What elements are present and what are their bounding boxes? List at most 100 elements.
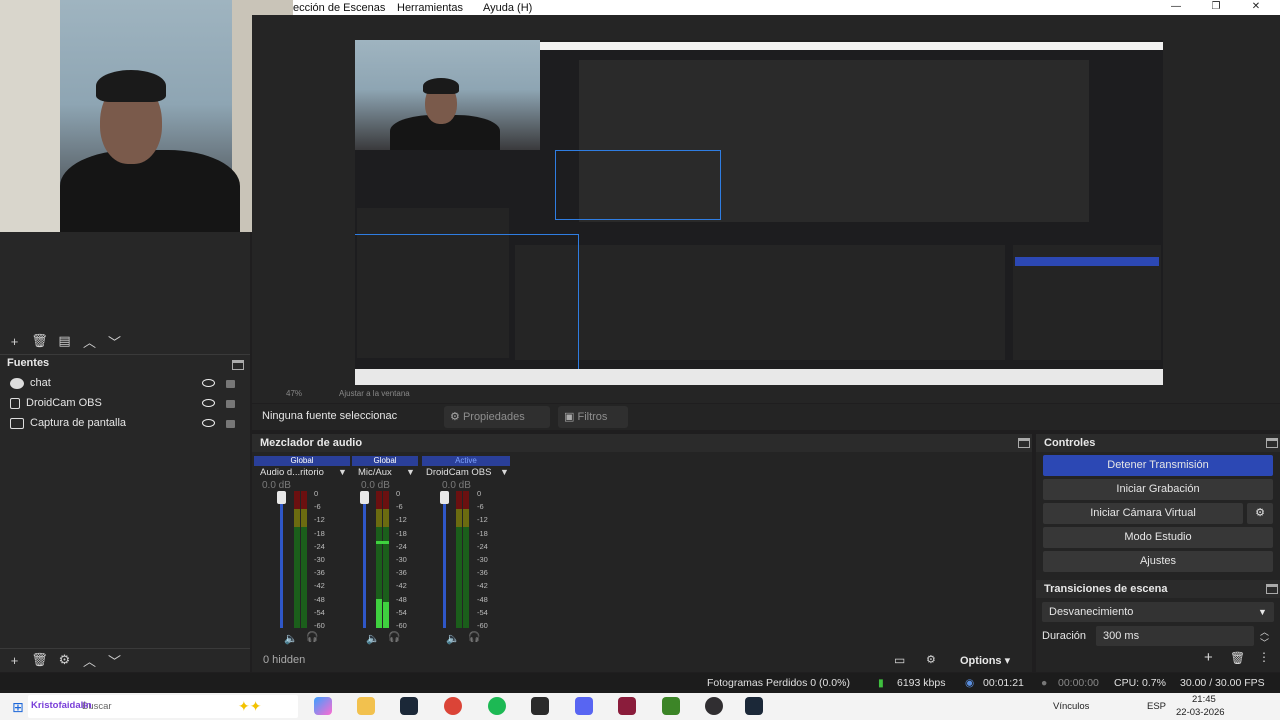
layout-icon[interactable]: ▭ xyxy=(894,653,905,667)
chevron-down-icon[interactable]: ▼ xyxy=(406,467,415,477)
lock-icon[interactable] xyxy=(226,420,235,428)
chevron-down-icon[interactable]: ▼ xyxy=(500,467,509,477)
menu-help[interactable]: Ayuda (H) xyxy=(483,2,532,14)
duration-input[interactable]: 300 ms xyxy=(1096,626,1254,646)
undock-icon[interactable] xyxy=(1266,584,1278,594)
transition-value: Desvanecimiento xyxy=(1049,606,1134,618)
lock-icon[interactable] xyxy=(226,400,235,408)
filters-button[interactable]: ▣ Filtros xyxy=(558,406,628,428)
language-indicator[interactable]: ESP xyxy=(1147,701,1166,712)
audio-meter xyxy=(294,527,300,628)
channel-tag: Global xyxy=(254,456,350,466)
visibility-icon[interactable] xyxy=(202,379,215,387)
speaker-icon[interactable]: 🔈 xyxy=(366,632,380,645)
app-icon[interactable] xyxy=(618,697,636,715)
windows-start-icon[interactable]: ⊞ xyxy=(12,699,24,716)
undock-icon[interactable] xyxy=(1018,438,1030,448)
gear-icon: ⚙ xyxy=(450,411,460,423)
settings-button[interactable]: Ajustes xyxy=(1043,551,1273,572)
discord-icon[interactable] xyxy=(575,697,593,715)
audio-meter xyxy=(456,527,462,628)
zoom-level[interactable]: 47% xyxy=(286,389,302,398)
volume-knob[interactable] xyxy=(440,491,449,504)
volume-knob[interactable] xyxy=(360,491,369,504)
add-transition-icon[interactable]: + xyxy=(1204,649,1213,666)
undock-icon[interactable] xyxy=(1266,438,1278,448)
headphones-icon[interactable]: 🎧 xyxy=(388,632,400,643)
remove-scene-icon[interactable]: 🗑 xyxy=(27,333,52,349)
hidden-count[interactable]: 0 hidden xyxy=(263,654,305,666)
remove-transition-icon[interactable]: 🗑 xyxy=(1230,651,1245,665)
cpu-usage: CPU: 0.7% xyxy=(1114,677,1166,689)
add-scene-icon[interactable]: + xyxy=(2,334,27,349)
move-up-icon[interactable]: ︿ xyxy=(77,332,102,351)
chrome-icon[interactable] xyxy=(444,697,462,715)
sources-title: Fuentes xyxy=(7,357,50,369)
headphones-icon[interactable]: 🎧 xyxy=(306,632,318,643)
chevron-down-icon[interactable]: ▼ xyxy=(338,467,347,477)
taskbar-search[interactable]: Buscar Kristofaidalin ✦✦ xyxy=(28,695,298,718)
speaker-icon[interactable]: 🔈 xyxy=(284,632,298,645)
visibility-icon[interactable] xyxy=(202,399,215,407)
volume-knob[interactable] xyxy=(277,491,286,504)
virtual-camera-settings[interactable]: ⚙ xyxy=(1247,503,1273,524)
advanced-audio-icon[interactable]: ⚙ xyxy=(926,653,936,666)
undock-icon[interactable] xyxy=(232,360,244,370)
headphones-icon[interactable]: 🎧 xyxy=(468,632,480,643)
clock-time[interactable]: 21:45 xyxy=(1192,694,1216,705)
visibility-icon[interactable] xyxy=(202,419,215,427)
add-source-icon[interactable]: + xyxy=(2,653,27,668)
studio-mode-button[interactable]: Modo Estudio xyxy=(1043,527,1273,548)
db-tick: -6 xyxy=(477,502,484,512)
menu-tools[interactable]: Herramientas xyxy=(397,2,463,14)
source-item-chat[interactable]: chat xyxy=(0,373,250,393)
close-button[interactable]: ✕ xyxy=(1236,0,1276,15)
steam-icon[interactable] xyxy=(400,697,418,715)
source-item-droidcam[interactable]: DroidCam OBS xyxy=(0,393,250,413)
source-up-icon[interactable]: ︿ xyxy=(77,651,102,670)
epic-games-icon[interactable] xyxy=(531,697,549,715)
db-tick: -30 xyxy=(477,555,488,564)
db-tick: -24 xyxy=(314,541,325,551)
source-settings-icon[interactable]: ⚙ xyxy=(52,652,77,668)
speaker-icon[interactable]: 🔈 xyxy=(446,632,460,645)
minimize-button[interactable]: — xyxy=(1156,0,1196,15)
clock-date[interactable]: 22-03-2026 xyxy=(1176,707,1225,718)
remove-source-icon[interactable]: 🗑 xyxy=(27,652,52,668)
minecraft-icon[interactable] xyxy=(662,697,680,715)
obs-icon[interactable] xyxy=(705,697,723,715)
volume-slider[interactable] xyxy=(443,498,446,628)
stop-streaming-button[interactable]: Detener Transmisión xyxy=(1043,455,1273,476)
nested-controls xyxy=(1013,245,1161,360)
volume-slider[interactable] xyxy=(280,498,283,628)
transition-select[interactable]: Desvanecimiento ▼ xyxy=(1042,602,1274,622)
spotify-icon[interactable] xyxy=(488,697,506,715)
preview-zoom-bar: 47% Ajustar a la ventana xyxy=(252,387,1280,401)
source-item-screen-capture[interactable]: Captura de pantalla xyxy=(0,413,250,433)
lock-icon[interactable] xyxy=(226,380,235,388)
db-tick: -24 xyxy=(396,541,407,551)
restore-button[interactable]: ❐ xyxy=(1196,0,1236,15)
channel-name[interactable]: Mic/Aux xyxy=(358,467,392,478)
start-virtual-camera-button[interactable]: Iniciar Cámara Virtual xyxy=(1043,503,1243,524)
move-down-icon[interactable]: ﹀ xyxy=(102,332,127,351)
start-recording-button[interactable]: Iniciar Grabación xyxy=(1043,479,1273,500)
menu-scene-collection[interactable]: ección de Escenas xyxy=(293,2,385,14)
properties-button[interactable]: ⚙ Propiedades xyxy=(444,406,550,428)
volume-slider[interactable] xyxy=(363,498,366,628)
nested-taskbar xyxy=(355,369,1163,385)
file-explorer-icon[interactable] xyxy=(357,697,375,715)
links-label[interactable]: Vínculos xyxy=(1053,701,1089,712)
copilot-icon[interactable] xyxy=(314,697,332,715)
source-down-icon[interactable]: ﹀ xyxy=(102,651,127,670)
more-icon[interactable]: ⋮ xyxy=(1258,650,1270,664)
channel-name[interactable]: DroidCam OBS xyxy=(426,467,491,478)
scene-filters-icon[interactable]: ▤ xyxy=(52,333,77,349)
fit-to-window[interactable]: Ajustar a la ventana xyxy=(339,389,410,398)
db-tick: -60 xyxy=(314,621,325,630)
channel-name[interactable]: Audio d...ritorio xyxy=(260,467,324,478)
steam-active-icon[interactable] xyxy=(745,697,763,715)
stepper-down-icon[interactable]: ﹀ xyxy=(1260,636,1269,649)
options-button[interactable]: Options ▾ xyxy=(960,654,1010,667)
preview-canvas[interactable] xyxy=(355,40,1163,385)
